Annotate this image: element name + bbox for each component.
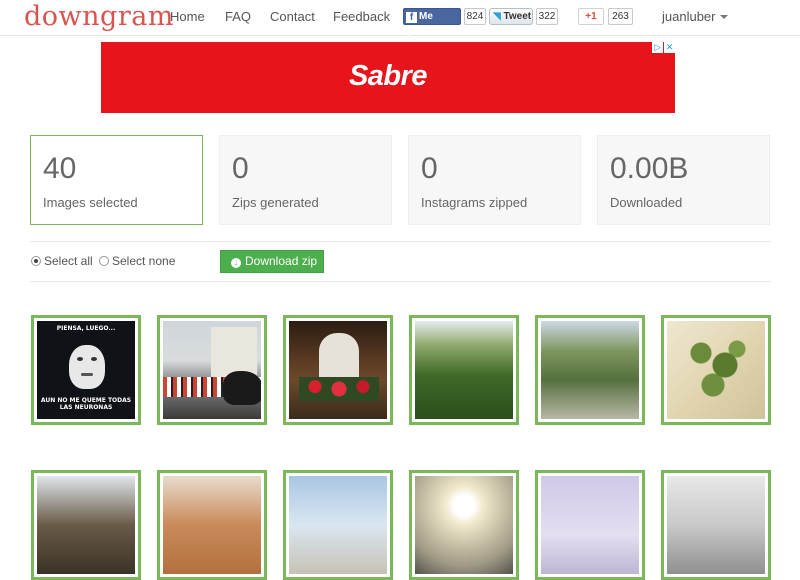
meme-top-text: PIENSA, LUEGO... (56, 325, 116, 332)
radio-checked-icon[interactable] (31, 256, 41, 266)
nav-feedback[interactable]: Feedback (333, 9, 390, 24)
image-doorway (319, 333, 359, 379)
thumbnail-selected[interactable] (409, 470, 519, 580)
google-plus-count: 263 (608, 8, 633, 25)
ad-info-icon[interactable]: ▷ (652, 42, 663, 53)
stat-label: Instagrams zipped (421, 195, 528, 210)
tweet-count: 322 (536, 8, 558, 25)
thumbnail-selected[interactable] (535, 315, 645, 425)
stat-instagrams-zipped: 0 Instagrams zipped (408, 135, 581, 225)
navbar: downgram Home FAQ Contact Feedback f Me g… (0, 0, 800, 37)
ad-logo: Sabre (348, 60, 428, 92)
image-bull (223, 371, 261, 405)
thumbnail-image (289, 476, 387, 574)
thumbnail-selected[interactable] (661, 470, 771, 580)
facebook-like-button[interactable]: f Me gusta (403, 8, 461, 37)
image-flowers (299, 377, 379, 401)
chevron-down-icon (719, 15, 728, 19)
user-name: juanluber (662, 9, 716, 24)
thumbnail-image (415, 476, 513, 574)
thumbnail-image (667, 476, 765, 574)
stat-value: 40 (43, 152, 77, 185)
facebook-like-count: 824 (464, 8, 486, 25)
brand-logo[interactable]: downgram (24, 0, 174, 34)
stat-label: Images selected (43, 195, 138, 210)
ad-banner[interactable]: Sabre ▷ ✕ (101, 42, 675, 113)
tweet-label: Tweet (503, 11, 532, 22)
thumbnail-selected[interactable] (283, 315, 393, 425)
forever-alone-face (69, 345, 105, 389)
image-building (211, 327, 257, 377)
stat-value: 0.00B (610, 152, 689, 185)
thumbnail-image: PIENSA, LUEGO... AUN NO ME QUEME TODAS L… (37, 321, 135, 419)
select-none-label: Select none (112, 254, 176, 268)
image-leaves (677, 329, 757, 409)
select-none-radio[interactable]: Select none (99, 254, 175, 268)
thumbnail-selected[interactable] (283, 470, 393, 580)
thumbnail-selected[interactable] (409, 315, 519, 425)
thumbnail-selected[interactable] (157, 470, 267, 580)
thumbnail-selected[interactable]: PIENSA, LUEGO... AUN NO ME QUEME TODAS L… (31, 315, 141, 425)
select-all-label: Select all (44, 254, 93, 268)
stat-zips-generated: 0 Zips generated (219, 135, 392, 225)
stat-value: 0 (421, 152, 438, 185)
thumbnail-selected[interactable] (661, 315, 771, 425)
download-zip-label: Download zip (245, 254, 318, 268)
google-plus-button[interactable]: +1 (578, 8, 604, 25)
thumbnail-image (541, 321, 639, 419)
radio-unchecked-icon[interactable] (99, 256, 109, 266)
download-arrow-icon: ↓ (231, 258, 241, 268)
stat-images-selected: 40 Images selected (30, 135, 203, 225)
thumbnail-selected[interactable] (535, 470, 645, 580)
thumbnail-image (37, 476, 135, 574)
thumbnail-image (541, 476, 639, 574)
facebook-icon: f (406, 12, 417, 23)
meme-bottom-text: AUN NO ME QUEME TODAS LAS NEURONAS (40, 397, 132, 411)
thumbnail-selected[interactable] (31, 470, 141, 580)
divider (30, 241, 771, 242)
thumbnail-image (163, 321, 261, 419)
divider (30, 281, 771, 282)
nav-faq[interactable]: FAQ (225, 9, 251, 24)
stat-label: Zips generated (232, 195, 319, 210)
stat-label: Downloaded (610, 195, 683, 210)
twitter-bird-icon: ◥ (493, 11, 501, 22)
select-all-radio[interactable]: Select all (31, 254, 93, 268)
nav-contact[interactable]: Contact (270, 9, 315, 24)
user-menu[interactable]: juanluber (662, 9, 728, 24)
thumbnail-image (289, 321, 387, 419)
download-zip-button[interactable]: ↓ Download zip (220, 250, 324, 273)
nav-home[interactable]: Home (170, 9, 205, 24)
thumbnail-image (415, 321, 513, 419)
tweet-button[interactable]: ◥ Tweet (489, 8, 533, 25)
stat-downloaded: 0.00B Downloaded (597, 135, 770, 225)
thumbnail-selected[interactable] (157, 315, 267, 425)
ad-close-icon[interactable]: ✕ (664, 42, 675, 53)
stat-value: 0 (232, 152, 249, 185)
thumbnail-image (163, 476, 261, 574)
thumbnail-image (667, 321, 765, 419)
google-plus-label: +1 (585, 11, 597, 22)
